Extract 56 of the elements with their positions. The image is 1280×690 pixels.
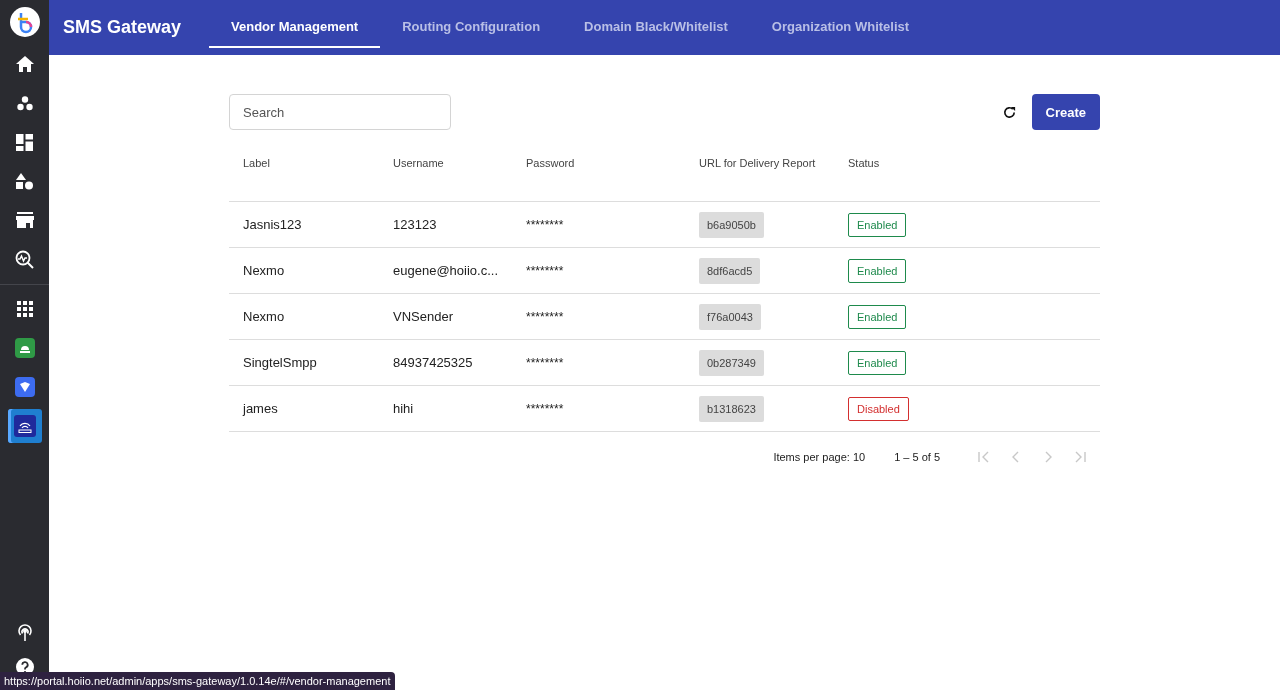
status-badge: Enabled [848,212,907,237]
nav-tab[interactable]: Domain Black/Whitelist [562,0,750,48]
dashboard-icon [16,133,33,151]
table-cell: ******** [512,339,685,386]
column-header: Label [229,157,379,202]
status-badge: Enabled [848,350,907,375]
code-chip: 8df6acd5 [699,257,761,284]
table-cell: Nexmo [229,293,379,340]
table-cell: 84937425325 [379,339,512,386]
table-cell: ******** [512,247,685,294]
apps-grid-icon [16,301,33,317]
table-cell: ******** [512,201,685,248]
nav-tab[interactable]: Routing Configuration [380,0,563,48]
table-cell: ******** [512,293,685,340]
status-badge: Enabled [848,258,907,283]
table-cell: ******** [512,385,685,432]
logo-icon [9,7,40,37]
table-cell: Nexmo [229,247,379,294]
table-cell: james [229,385,379,432]
antenna-icon[interactable] [15,623,34,641]
search-field[interactable]: Search [229,94,451,130]
code-chip: f76a0043 [699,303,761,330]
app-title: SMS Gateway [63,17,182,38]
table-cell: VNSender [379,293,512,340]
dots-icon [16,95,33,111]
shapes-icon [16,172,33,190]
column-header: Username [379,157,512,202]
column-header: URL for Delivery Report [685,157,834,202]
app-icon [14,377,35,397]
table-cell: Jasnis123 [229,201,379,248]
status-badge: Enabled [848,304,907,329]
column-header: Status [834,157,1100,202]
sidebar-item[interactable] [7,7,42,37]
nav-tab[interactable]: Organization Whitelist [749,0,932,48]
nav-tab[interactable]: Vendor Management [209,0,381,48]
status-badge: Disabled [848,396,909,421]
refresh-button[interactable] [1001,104,1017,120]
link-url-tooltip: https://portal.hoiio.net/admin/apps/sms-gateway/1.0.14e/#/vendor-management [0,672,396,690]
items-per-page: Items per page: 10 [773,450,866,463]
sidebar-item[interactable] [7,409,42,443]
code-chip: b1318623 [699,395,764,422]
router-app-icon [13,415,36,437]
code-chip: 0b287349 [699,349,764,376]
column-header: Password [512,157,685,202]
refresh-icon [1001,104,1017,120]
app-icon [14,338,35,358]
search-chart-icon [15,249,34,269]
home-icon [15,56,34,72]
store-icon [15,212,34,228]
create-button[interactable]: Create [1031,94,1100,130]
page-range: 1 – 5 of 5 [894,450,940,463]
table-cell: SingtelSmpp [229,339,379,386]
table-cell: 123123 [379,201,512,248]
table-cell: eugene@hoiio.c... [379,247,512,294]
table-cell: hihi [379,385,512,432]
code-chip: b6a9050b [699,211,764,238]
